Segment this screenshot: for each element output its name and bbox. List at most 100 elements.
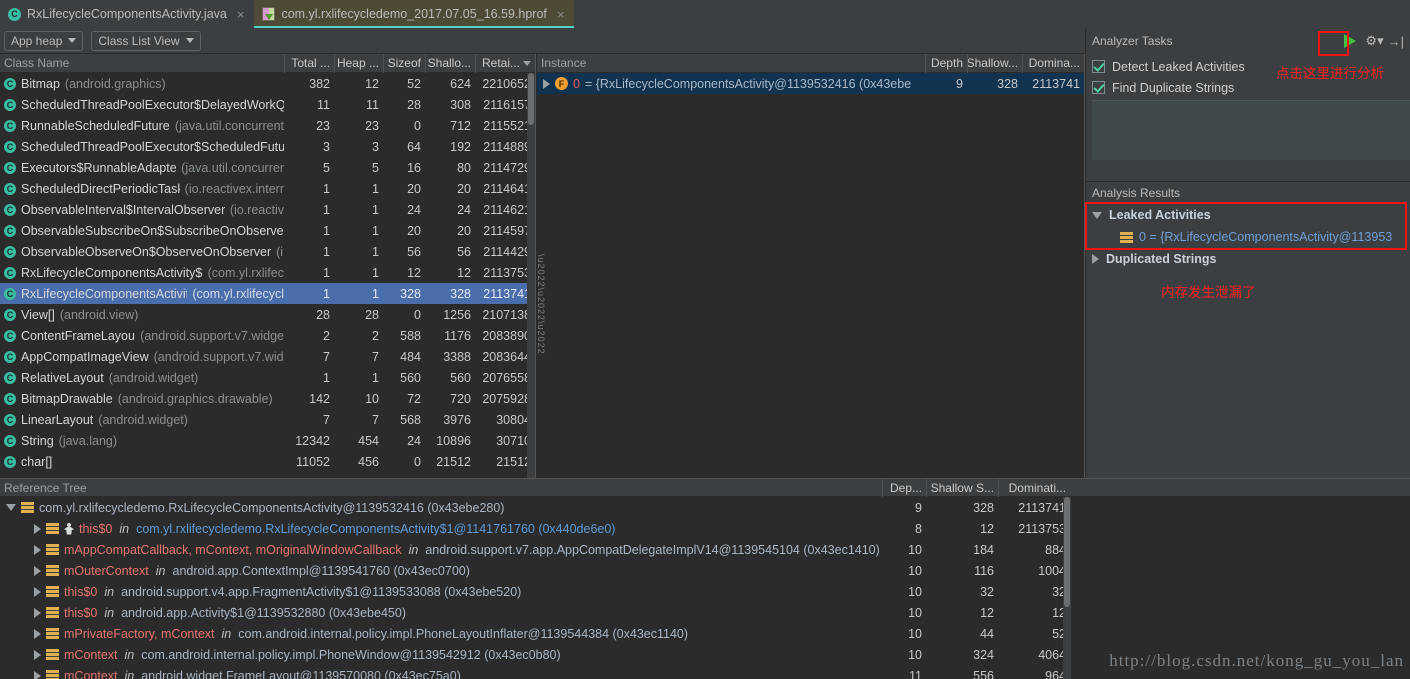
column-sizeof[interactable]: Sizeof bbox=[383, 54, 425, 73]
column-dominating-size[interactable]: Dominati... bbox=[998, 478, 1070, 497]
settings-gear-icon[interactable]: ⚙▾ bbox=[1363, 33, 1385, 49]
class-list-row[interactable]: C ScheduledThreadPoolExecutor$DelayedWork… bbox=[0, 94, 535, 115]
cell-depth: 10 bbox=[908, 584, 922, 599]
cell-heap: 454 bbox=[358, 433, 379, 448]
analysis-results-body[interactable]: Leaked Activities 0 = {RxLifecycleCompon… bbox=[1085, 202, 1410, 430]
class-list-row[interactable]: C LinearLayout (android.widget) 7 7 568 3976 30… bbox=[0, 409, 535, 430]
hprof-file-icon bbox=[262, 7, 276, 21]
column-shallow-size[interactable]: Shallo... bbox=[425, 54, 475, 73]
reference-tree-row[interactable]: this$0 in com.yl.rxlifecycledemo.RxLifecyc… bbox=[0, 518, 1410, 539]
run-analysis-button[interactable] bbox=[1337, 30, 1363, 52]
cell-shallow: 3388 bbox=[443, 349, 471, 364]
instance-header: Instance Depth Shallow... Domina... bbox=[537, 54, 1084, 73]
column-retained-size[interactable]: Retai... bbox=[475, 54, 535, 73]
heap-select[interactable]: App heap bbox=[4, 30, 84, 51]
reference-tree-scrollbar[interactable] bbox=[1063, 497, 1071, 679]
tab-hprof-file[interactable]: com.yl.rxlifecycledemo_2017.07.05_16.59.… bbox=[254, 0, 575, 28]
expand-arrow-icon[interactable] bbox=[34, 649, 41, 660]
class-package-label: (android.view) bbox=[59, 307, 139, 322]
column-instance[interactable]: Instance bbox=[537, 54, 925, 73]
instance-stack-icon bbox=[46, 628, 59, 639]
column-heap-count[interactable]: Heap ... bbox=[334, 54, 383, 73]
result-item-leaked-instance[interactable]: 0 = {RxLifecycleComponentsActivity@11395… bbox=[1086, 226, 1410, 248]
class-list-body[interactable]: C Bitmap (android.graphics) 382 12 52 624 22106… bbox=[0, 73, 535, 472]
reference-label-cell: mAppCompatCallback, mContext, mOriginalW… bbox=[0, 543, 882, 557]
instance-index: 0 bbox=[573, 76, 580, 91]
cell-shallow: 192 bbox=[450, 139, 471, 154]
reference-tree-row[interactable]: mAppCompatCallback, mContext, mOriginalW… bbox=[0, 539, 1410, 560]
expand-arrow-icon[interactable] bbox=[34, 544, 41, 555]
class-list-row[interactable]: C RunnableScheduledFuture[] (java.util.con… bbox=[0, 115, 535, 136]
reference-tree-panel[interactable]: Reference Tree Dep... Shallow S... Domin… bbox=[0, 478, 1410, 679]
class-icon: C bbox=[4, 98, 16, 111]
collapse-arrow-icon[interactable] bbox=[1092, 211, 1102, 219]
class-list-row[interactable]: C RxLifecycleComponentsActivity (com.yl.rx… bbox=[0, 283, 535, 304]
class-icon: C bbox=[4, 413, 16, 426]
expand-arrow-icon[interactable] bbox=[34, 523, 41, 534]
expand-arrow-icon[interactable] bbox=[34, 565, 41, 576]
cell-sizeof: 24 bbox=[407, 433, 421, 448]
expand-arrow-icon[interactable] bbox=[34, 586, 41, 597]
cell-shallow: 712 bbox=[450, 118, 471, 133]
class-list-row[interactable]: C AppCompatImageView (android.support.v7.w… bbox=[0, 346, 535, 367]
reference-tree-row[interactable]: this$0 in android.app.Activity$1@113953288… bbox=[0, 602, 1410, 623]
expand-arrow-icon[interactable] bbox=[543, 78, 550, 89]
collapse-arrow-icon[interactable] bbox=[6, 504, 16, 511]
class-list-row[interactable]: C ContentFrameLayout (android.support.v7.w… bbox=[0, 325, 535, 346]
reference-tree-row[interactable]: com.yl.rxlifecycledemo.RxLifecycleCompon… bbox=[0, 497, 1410, 518]
class-list-row[interactable]: C RxLifecycleComponentsActivity$1 (com.yl.… bbox=[0, 262, 535, 283]
close-icon[interactable]: × bbox=[557, 7, 565, 22]
cell-heap: 7 bbox=[372, 412, 379, 427]
class-list-row[interactable]: C BitmapDrawable (android.graphics.drawabl… bbox=[0, 388, 535, 409]
column-shallow[interactable]: Shallow... bbox=[967, 54, 1022, 73]
class-list-row[interactable]: C View[] (android.view) 28 28 0 1256 2107138 bbox=[0, 304, 535, 325]
cell-shallow: 1256 bbox=[443, 307, 471, 322]
cell-shallow: 12 bbox=[457, 265, 471, 280]
view-select[interactable]: Class List View bbox=[91, 30, 201, 51]
class-list-row[interactable]: C ObservableObserveOn$ObserveOnObserver (i… bbox=[0, 241, 535, 262]
instance-panel[interactable]: Instance Depth Shallow... Domina... F 0 … bbox=[537, 54, 1085, 478]
reference-field-names: mPrivateFactory, mContext bbox=[64, 626, 215, 641]
checkbox-icon[interactable] bbox=[1092, 60, 1105, 73]
class-list-row[interactable]: C ScheduledThreadPoolExecutor$ScheduledFu… bbox=[0, 136, 535, 157]
splitter-handle[interactable]: \u2022\u2022\u2022 bbox=[537, 254, 546, 355]
expand-arrow-icon[interactable] bbox=[1092, 254, 1099, 264]
reference-tree-row[interactable]: mPrivateFactory, mContext in com.android.i… bbox=[0, 623, 1410, 644]
class-list-scrollbar[interactable] bbox=[527, 73, 535, 478]
instance-row[interactable]: F 0 = {RxLifecycleComponentsActivity@113… bbox=[537, 73, 1084, 94]
class-list-row[interactable]: C String (java.lang) 12342 454 24 10896 30710 bbox=[0, 430, 535, 451]
scrollbar-thumb[interactable] bbox=[528, 73, 534, 125]
expand-arrow-icon[interactable] bbox=[34, 607, 41, 618]
cell-shallow-size: 12 bbox=[980, 605, 994, 620]
tab-java-file[interactable]: C RxLifecycleComponentsActivity.java × bbox=[0, 0, 254, 28]
cell-dominating-size: 964 bbox=[1045, 668, 1066, 679]
column-total-count[interactable]: Total ... bbox=[284, 54, 334, 73]
class-list-row[interactable]: C ObservableSubscribeOn$SubscribeOnObserv… bbox=[0, 220, 535, 241]
class-list-row[interactable]: C Executors$RunnableAdapter (java.util.con… bbox=[0, 157, 535, 178]
cell-sizeof: 0 bbox=[414, 118, 421, 133]
column-class-name[interactable]: Class Name bbox=[0, 54, 284, 73]
column-depth[interactable]: Dep... bbox=[882, 478, 926, 497]
class-list-row[interactable]: Cchar[] 11052 456 0 21512 21512 bbox=[0, 451, 535, 472]
reference-tree-row[interactable]: mOuterContext in android.app.ContextImpl@1… bbox=[0, 560, 1410, 581]
checkbox-icon[interactable] bbox=[1092, 81, 1105, 94]
reference-tree-row[interactable]: this$0 in android.support.v4.app.FragmentA… bbox=[0, 581, 1410, 602]
expand-arrow-icon[interactable] bbox=[34, 628, 41, 639]
result-group-duplicated-strings[interactable]: Duplicated Strings bbox=[1086, 248, 1410, 270]
collapse-panel-icon[interactable]: →| bbox=[1386, 34, 1410, 49]
scrollbar-thumb[interactable] bbox=[1064, 497, 1070, 607]
column-dominating[interactable]: Domina... bbox=[1022, 54, 1084, 73]
class-list-row[interactable]: C ObservableInterval$IntervalObserver (io.… bbox=[0, 199, 535, 220]
expand-arrow-icon[interactable] bbox=[34, 670, 41, 679]
class-list-panel[interactable]: Class Name Total ... Heap ... Sizeof Sha… bbox=[0, 54, 536, 478]
reference-field-names: mOuterContext bbox=[64, 563, 149, 578]
column-depth[interactable]: Depth bbox=[925, 54, 967, 73]
class-icon: C bbox=[4, 308, 16, 321]
class-list-row[interactable]: C RelativeLayout (android.widget) 1 1 560 560 2… bbox=[0, 367, 535, 388]
close-icon[interactable]: × bbox=[237, 7, 245, 22]
class-list-row[interactable]: C Bitmap (android.graphics) 382 12 52 624 22106… bbox=[0, 73, 535, 94]
column-shallow-size[interactable]: Shallow S... bbox=[926, 478, 998, 497]
result-group-leaked-activities[interactable]: Leaked Activities bbox=[1086, 204, 1410, 226]
reference-class-path: com.yl.rxlifecycledemo.RxLifecycleCompon… bbox=[39, 500, 505, 515]
class-list-row[interactable]: C ScheduledDirectPeriodicTask (io.reactive… bbox=[0, 178, 535, 199]
